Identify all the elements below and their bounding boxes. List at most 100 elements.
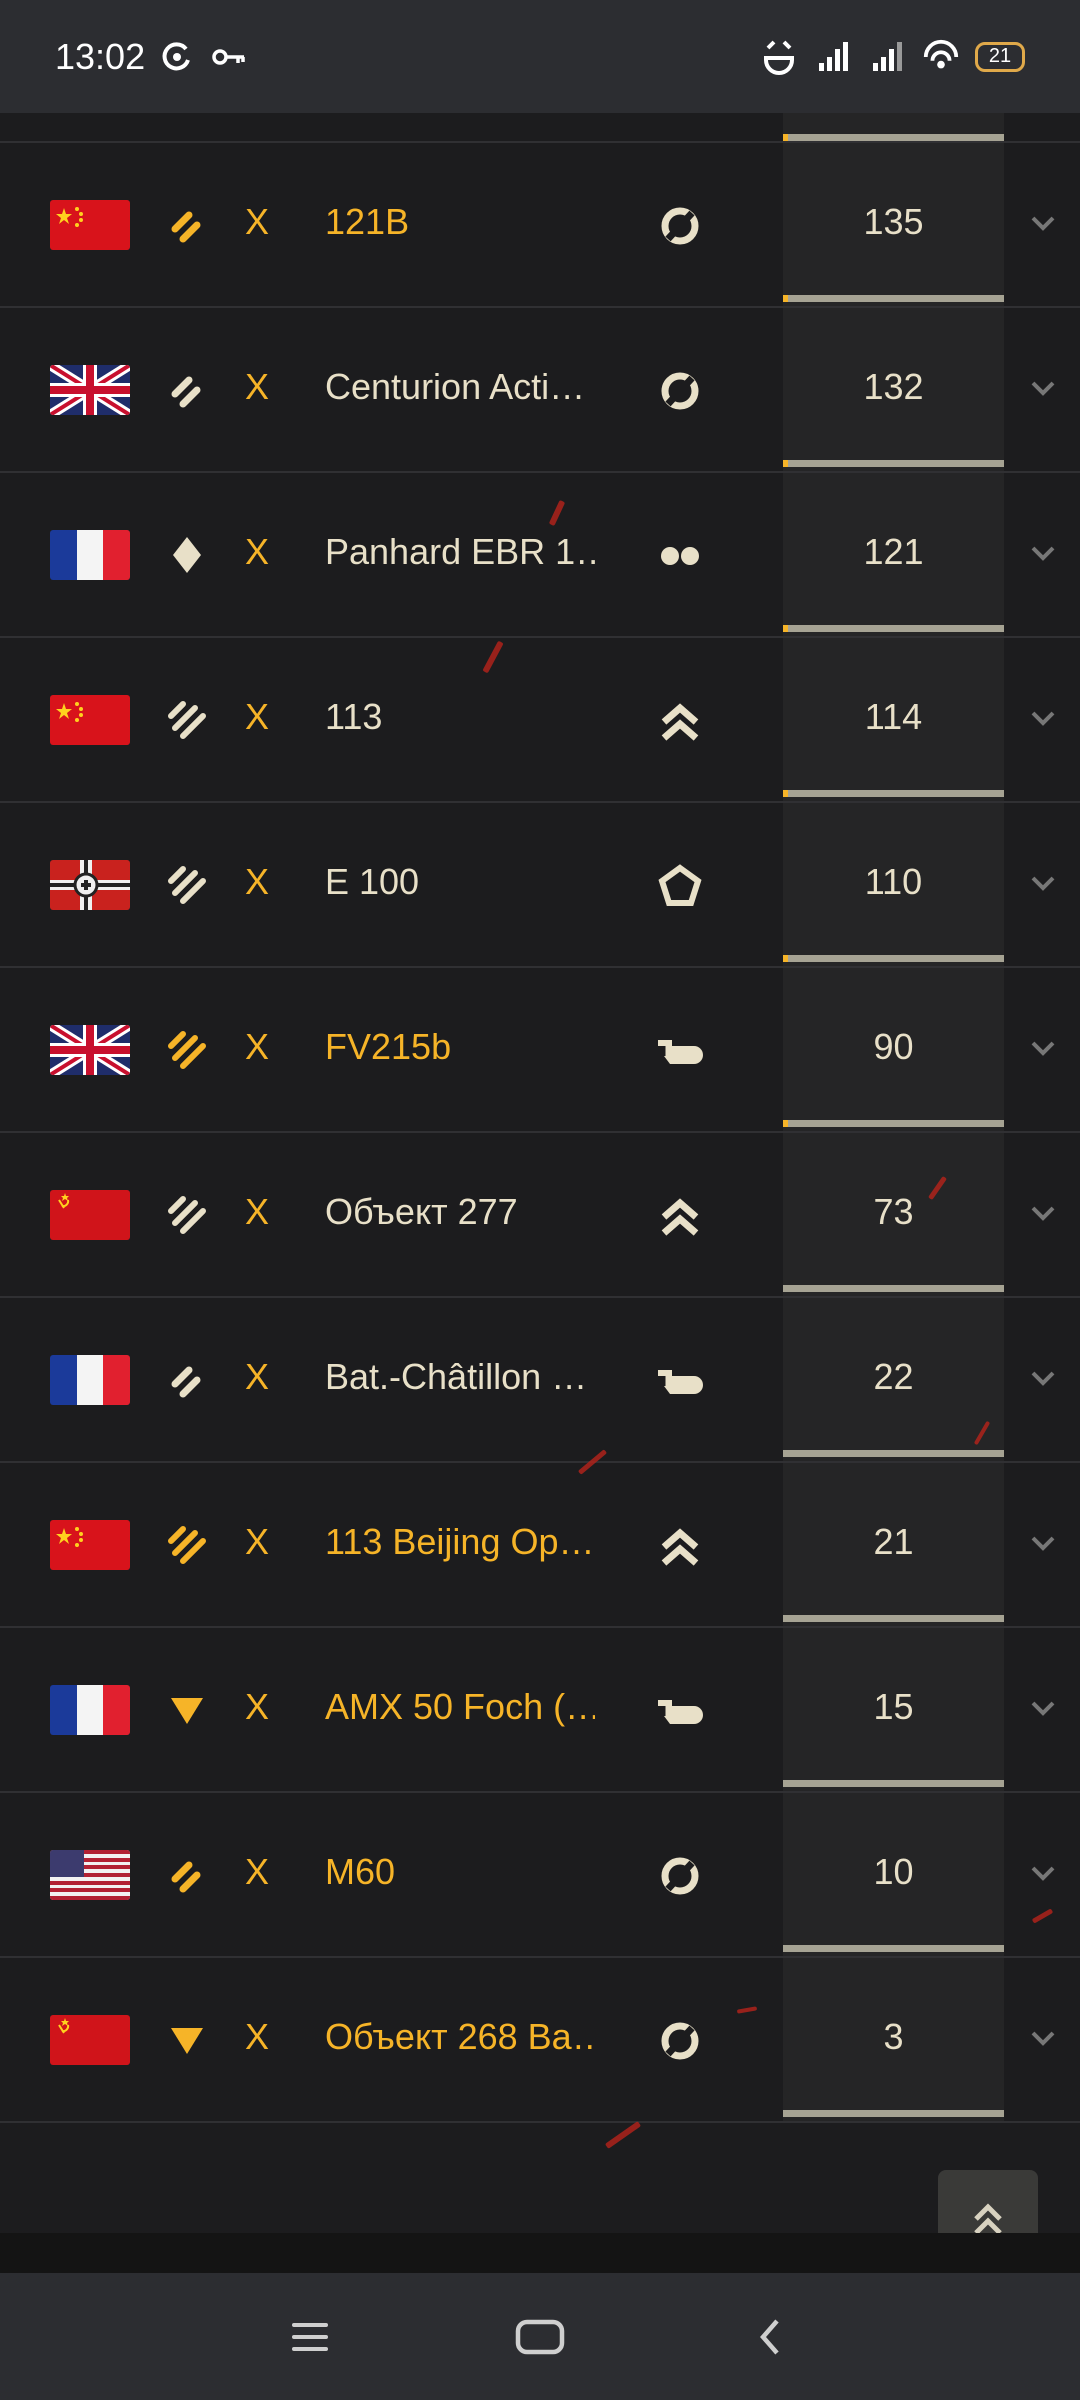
battle-count-cell: 90 — [783, 968, 1004, 1131]
vehicle-tier: X — [245, 1686, 270, 1727]
vehicle-row[interactable]: X Объект 277 73 — [0, 1133, 1080, 1298]
battle-count: 135 — [863, 201, 924, 242]
flag-usa-icon — [50, 1850, 130, 1900]
battle-count: 21 — [873, 1521, 914, 1562]
count-progress-bar — [783, 460, 1004, 467]
signal-icon — [813, 37, 853, 77]
home-button[interactable] — [510, 2307, 570, 2367]
battle-count-cell: 121 — [783, 473, 1004, 636]
vehicle-row[interactable]: X Bat.-Châtillon … 22 — [0, 1298, 1080, 1463]
vehicle-row[interactable]: X Объект 268 Ва… 3 — [0, 1958, 1080, 2123]
system-navigation-bar — [0, 2273, 1080, 2400]
rank-three-chevron-icon — [165, 1523, 209, 1567]
expand-chevron-down-icon[interactable] — [1023, 704, 1063, 734]
vehicle-row[interactable]: X M60 10 — [0, 1793, 1080, 1958]
expand-chevron-down-icon[interactable] — [1023, 2024, 1063, 2054]
count-progress-bar — [783, 1780, 1004, 1787]
vehicle-name: Bat.-Châtillon … — [325, 1356, 588, 1397]
battle-count: 15 — [873, 1686, 914, 1727]
count-progress-bar — [783, 1285, 1004, 1292]
expand-chevron-down-icon[interactable] — [1023, 1694, 1063, 1724]
vehicle-tier: X — [245, 861, 270, 902]
vehicle-tier: X — [245, 201, 270, 242]
flag-ussr-icon — [50, 2015, 130, 2065]
expand-chevron-down-icon[interactable] — [1023, 1199, 1063, 1229]
medium-tank-icon — [650, 366, 710, 416]
count-progress-bar — [783, 295, 1004, 302]
vehicle-name: 113 Beijing Op… — [325, 1521, 595, 1562]
status-bar: 13:02 21 — [0, 0, 1080, 113]
expand-chevron-down-icon[interactable] — [1023, 1364, 1063, 1394]
heavy-tank-icon — [650, 1191, 710, 1241]
tank-destroyer-icon — [650, 1686, 710, 1736]
vehicle-tier: X — [245, 1356, 270, 1397]
vehicle-row[interactable]: X 113 114 — [0, 638, 1080, 803]
vehicle-tier: X — [245, 2016, 270, 2057]
vehicle-tier: X — [245, 1026, 270, 1067]
battle-count-cell: 135 — [783, 143, 1004, 306]
alarm-icon — [759, 37, 799, 77]
rank-two-chevron-icon — [165, 203, 209, 247]
count-progress-bar — [783, 1450, 1004, 1457]
rank-three-chevron-icon — [165, 863, 209, 907]
vehicle-name: 113 — [325, 696, 383, 737]
signal-icon — [867, 37, 907, 77]
flag-china-icon — [50, 200, 130, 250]
expand-chevron-down-icon[interactable] — [1023, 1034, 1063, 1064]
battle-count-cell: 10 — [783, 1793, 1004, 1956]
page-footer — [0, 2233, 1080, 2273]
vehicle-name: E 100 — [325, 861, 420, 902]
vehicle-row[interactable]: X Centurion Acti… 132 — [0, 308, 1080, 473]
vehicle-name: Centurion Acti… — [325, 366, 586, 407]
wheeled-vehicle-icon — [650, 531, 710, 581]
vehicle-row[interactable]: X E 100 110 — [0, 803, 1080, 968]
vehicle-row[interactable]: X FV215b 90 — [0, 968, 1080, 1133]
count-progress-bar — [783, 2110, 1004, 2117]
recent-apps-button[interactable] — [280, 2307, 340, 2367]
vehicle-row[interactable]: X AMX 50 Foch (… 15 — [0, 1628, 1080, 1793]
expand-chevron-down-icon[interactable] — [1023, 209, 1063, 239]
vehicle-name: Объект 268 Ва… — [325, 2016, 595, 2057]
vehicle-row[interactable]: X 113 Beijing Op… 21 — [0, 1463, 1080, 1628]
heavy-tank-icon — [650, 696, 710, 746]
vehicle-row[interactable]: X Panhard EBR 1… 121 — [0, 473, 1080, 638]
expand-chevron-down-icon[interactable] — [1023, 539, 1063, 569]
rank-triangle-icon — [165, 2018, 209, 2062]
superheavy-tank-icon — [650, 861, 710, 911]
battle-count-cell: 132 — [783, 308, 1004, 471]
battle-count-cell: 110 — [783, 803, 1004, 966]
back-button[interactable] — [740, 2307, 800, 2367]
rank-three-chevron-icon — [165, 1193, 209, 1237]
battle-count: 3 — [883, 2016, 904, 2057]
expand-chevron-down-icon[interactable] — [1023, 1529, 1063, 1559]
battle-count-cell: 73 — [783, 1133, 1004, 1296]
home-icon — [515, 2319, 565, 2354]
count-progress-bar — [783, 1615, 1004, 1622]
expand-chevron-down-icon[interactable] — [1023, 374, 1063, 404]
expand-chevron-down-icon[interactable] — [1023, 1859, 1063, 1889]
hotspot-icon — [921, 37, 961, 77]
vehicle-name: 121B — [325, 201, 410, 242]
battle-count-cell: 21 — [783, 1463, 1004, 1626]
flag-china-icon — [50, 1520, 130, 1570]
back-icon — [760, 2319, 779, 2354]
count-progress-bar — [783, 1945, 1004, 1952]
vehicle-row[interactable]: X 121B 135 — [0, 143, 1080, 308]
tank-destroyer-icon — [650, 1026, 710, 1076]
battery-icon: 21 — [975, 41, 1025, 72]
vehicle-tier: X — [245, 366, 270, 407]
vehicle-name: M60 — [325, 1851, 396, 1892]
expand-chevron-down-icon[interactable] — [1023, 869, 1063, 899]
battle-count: 121 — [863, 531, 924, 572]
battle-count: 114 — [864, 696, 923, 737]
battle-count-cell: 114 — [783, 638, 1004, 801]
battle-count: 22 — [873, 1356, 914, 1397]
rank-three-chevron-icon — [165, 698, 209, 742]
rank-diamond-icon — [165, 533, 209, 577]
battle-count: 73 — [873, 1191, 914, 1232]
medium-tank-icon — [650, 201, 710, 251]
flag-germany-icon — [50, 860, 130, 910]
menu-icon — [292, 2322, 328, 2351]
medium-tank-icon — [650, 2016, 710, 2066]
flag-uk-icon — [50, 365, 130, 415]
